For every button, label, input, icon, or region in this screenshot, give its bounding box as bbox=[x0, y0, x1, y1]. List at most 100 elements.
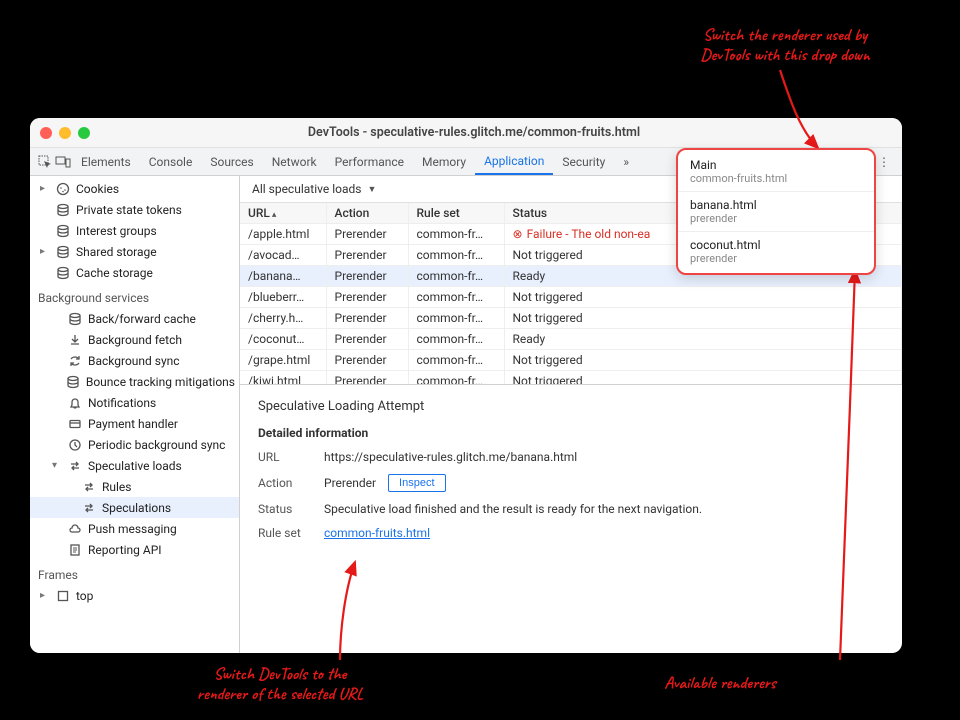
tab-console[interactable]: Console bbox=[140, 148, 202, 175]
table-row[interactable]: /blueberr…Prerendercommon-fr…Not trigger… bbox=[240, 287, 902, 308]
column-header-rule-set[interactable]: Rule set bbox=[408, 203, 504, 224]
cell-ruleset: common-fr… bbox=[408, 266, 504, 287]
cell-ruleset: common-fr… bbox=[408, 350, 504, 371]
cloud-icon bbox=[68, 522, 82, 536]
db-icon bbox=[56, 203, 70, 217]
detail-status-value: Speculative load finished and the result… bbox=[324, 502, 702, 516]
error-icon: ⊗ bbox=[513, 227, 523, 241]
sidebar-item-speculations[interactable]: Speculations bbox=[30, 497, 239, 518]
sidebar-item-label: Interest groups bbox=[76, 224, 157, 238]
window-title: DevTools - speculative-rules.glitch.me/c… bbox=[104, 125, 844, 140]
column-header-url[interactable]: URL▴ bbox=[240, 203, 326, 224]
cell-url: /avocad… bbox=[240, 245, 326, 266]
tab-application[interactable]: Application bbox=[475, 148, 553, 175]
tab-performance[interactable]: Performance bbox=[326, 148, 413, 175]
zoom-icon[interactable] bbox=[78, 127, 90, 139]
device-toolbar-icon[interactable] bbox=[54, 153, 72, 171]
cell-action: Prerender bbox=[326, 329, 408, 350]
sidebar-item-background-sync[interactable]: Background sync bbox=[30, 350, 239, 371]
sidebar-item-notifications[interactable]: Notifications bbox=[30, 392, 239, 413]
sidebar-item-interest-groups[interactable]: Interest groups bbox=[30, 220, 239, 241]
cell-ruleset: common-fr… bbox=[408, 287, 504, 308]
tab-network[interactable]: Network bbox=[263, 148, 326, 175]
disclosure-arrow-icon: ▸ bbox=[40, 590, 50, 601]
sidebar-item-background-fetch[interactable]: Background fetch bbox=[30, 329, 239, 350]
renderer-popup: Main common-fruits.html banana.htmlprere… bbox=[676, 148, 876, 275]
sync-icon bbox=[68, 354, 82, 368]
sidebar-item-label: top bbox=[76, 589, 93, 603]
frame-icon bbox=[56, 589, 70, 603]
column-header-action[interactable]: Action bbox=[326, 203, 408, 224]
cell-ruleset: common-fr… bbox=[408, 224, 504, 245]
traffic-lights bbox=[40, 127, 90, 139]
more-tabs[interactable]: » bbox=[614, 148, 638, 175]
tab-security[interactable]: Security bbox=[553, 148, 614, 175]
disclosure-arrow-icon: ▾ bbox=[52, 460, 62, 471]
sidebar-item-top[interactable]: ▸ top bbox=[30, 585, 239, 606]
cell-action: Prerender bbox=[326, 224, 408, 245]
swap-icon bbox=[82, 480, 96, 494]
sidebar-item-label: Cookies bbox=[76, 182, 119, 196]
sidebar-item-reporting-api[interactable]: Reporting API bbox=[30, 539, 239, 560]
sidebar-item-label: Shared storage bbox=[76, 245, 157, 259]
swap-icon bbox=[68, 459, 82, 473]
renderer-option[interactable]: banana.htmlprerender bbox=[678, 194, 874, 229]
tab-elements[interactable]: Elements bbox=[72, 148, 140, 175]
sidebar-item-label: Notifications bbox=[88, 396, 156, 410]
cell-action: Prerender bbox=[326, 287, 408, 308]
detail-url-value: https://speculative-rules.glitch.me/bana… bbox=[324, 450, 577, 464]
table-row[interactable]: /coconut…Prerendercommon-fr…Ready bbox=[240, 329, 902, 350]
sidebar-item-bounce-tracking-mitigations[interactable]: Bounce tracking mitigations bbox=[30, 371, 239, 392]
sidebar-item-label: Background fetch bbox=[88, 333, 182, 347]
tab-memory[interactable]: Memory bbox=[413, 148, 475, 175]
annotation-bottom-right: Available renderers bbox=[620, 674, 820, 694]
sidebar-item-rules[interactable]: Rules bbox=[30, 476, 239, 497]
inspect-icon[interactable] bbox=[36, 153, 54, 171]
annotation-bottom-left: Switch DevTools to therenderer of the se… bbox=[140, 665, 420, 706]
sidebar-item-periodic-background-sync[interactable]: Periodic background sync bbox=[30, 434, 239, 455]
sidebar-item-back-forward-cache[interactable]: Back/forward cache bbox=[30, 308, 239, 329]
db-icon bbox=[56, 224, 70, 238]
detail-panel: Speculative Loading Attempt Detailed inf… bbox=[240, 385, 902, 653]
cell-action: Prerender bbox=[326, 308, 408, 329]
cell-action: Prerender bbox=[326, 371, 408, 386]
table-row[interactable]: /kiwi.htmlPrerendercommon-fr…Not trigger… bbox=[240, 371, 902, 386]
sidebar-item-private-state-tokens[interactable]: Private state tokens bbox=[30, 199, 239, 220]
cell-ruleset: common-fr… bbox=[408, 329, 504, 350]
sidebar-item-cookies[interactable]: ▸Cookies bbox=[30, 178, 239, 199]
sidebar-item-label: Push messaging bbox=[88, 522, 177, 536]
cell-ruleset: common-fr… bbox=[408, 371, 504, 386]
table-row[interactable]: /grape.htmlPrerendercommon-fr…Not trigge… bbox=[240, 350, 902, 371]
sidebar-item-label: Rules bbox=[102, 480, 131, 494]
sidebar-item-label: Back/forward cache bbox=[88, 312, 196, 326]
sidebar-item-label: Speculative loads bbox=[88, 459, 182, 473]
inspect-button[interactable]: Inspect bbox=[388, 474, 445, 492]
renderer-option-main[interactable]: Main common-fruits.html bbox=[678, 154, 874, 189]
sidebar-item-shared-storage[interactable]: ▸Shared storage bbox=[30, 241, 239, 262]
card-icon bbox=[68, 417, 82, 431]
sidebar-group-background: Background services bbox=[30, 287, 239, 308]
sidebar-item-label: Periodic background sync bbox=[88, 438, 225, 452]
tab-sources[interactable]: Sources bbox=[201, 148, 262, 175]
minimize-icon[interactable] bbox=[59, 127, 71, 139]
devtools-window: DevTools - speculative-rules.glitch.me/c… bbox=[30, 118, 902, 653]
sidebar-item-payment-handler[interactable]: Payment handler bbox=[30, 413, 239, 434]
sidebar-item-label: Background sync bbox=[88, 354, 180, 368]
sidebar-item-cache-storage[interactable]: Cache storage bbox=[30, 262, 239, 283]
cell-status: Not triggered bbox=[504, 350, 902, 371]
cell-url: /blueberr… bbox=[240, 287, 326, 308]
table-row[interactable]: /cherry.h…Prerendercommon-fr…Not trigger… bbox=[240, 308, 902, 329]
detail-ruleset-link[interactable]: common-fruits.html bbox=[324, 526, 430, 540]
cell-action: Prerender bbox=[326, 266, 408, 287]
detail-subtitle: Detailed information bbox=[258, 426, 884, 440]
report-icon bbox=[68, 543, 82, 557]
cell-url: /banana… bbox=[240, 266, 326, 287]
renderer-option[interactable]: coconut.htmlprerender bbox=[678, 234, 874, 269]
download-icon bbox=[68, 333, 82, 347]
sidebar-item-label: Bounce tracking mitigations bbox=[86, 375, 235, 389]
sidebar-item-label: Cache storage bbox=[76, 266, 153, 280]
close-icon[interactable] bbox=[40, 127, 52, 139]
sidebar-item-push-messaging[interactable]: Push messaging bbox=[30, 518, 239, 539]
sidebar-item-speculative-loads[interactable]: ▾ Speculative loads bbox=[30, 455, 239, 476]
titlebar: DevTools - speculative-rules.glitch.me/c… bbox=[30, 118, 902, 148]
